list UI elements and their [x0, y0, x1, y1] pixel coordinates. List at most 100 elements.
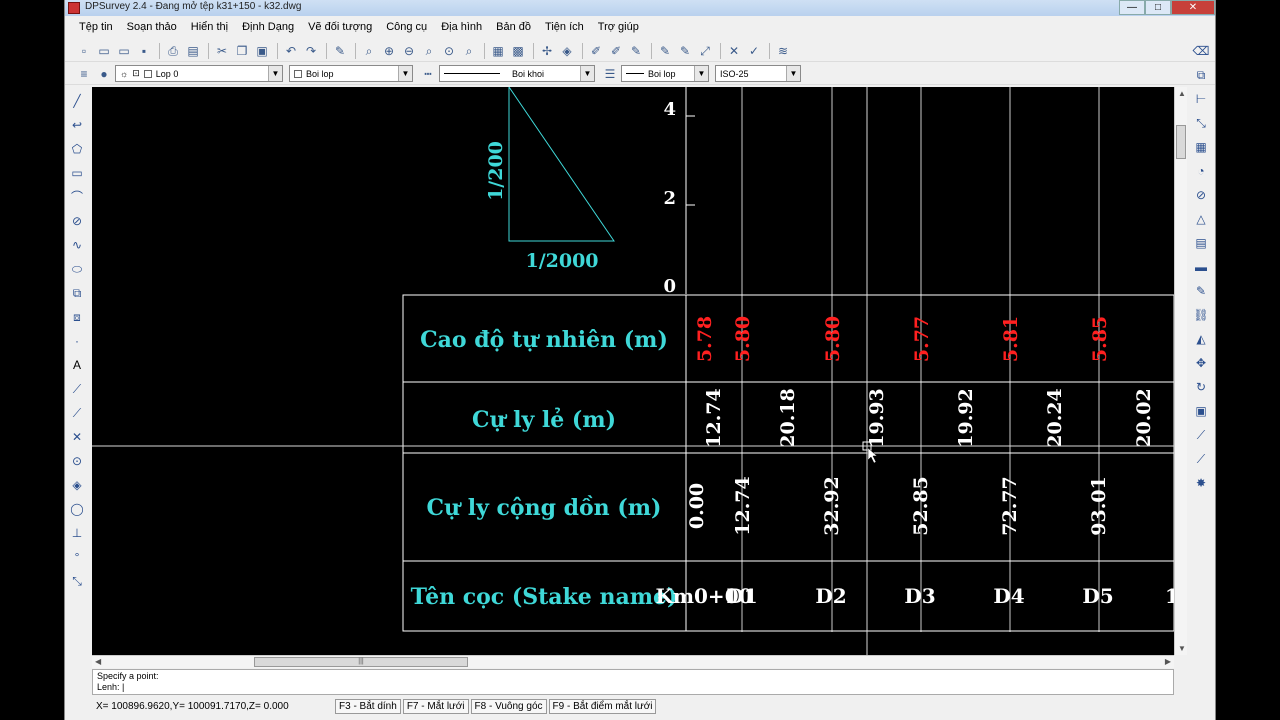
baseline-icon[interactable]: ▤ [1192, 234, 1210, 252]
sketch-alt-icon[interactable]: ✎ [676, 42, 694, 60]
copy-icon[interactable]: ❐ [233, 42, 251, 60]
drawing-canvas[interactable]: 1/200 1/2000 4 2 0 Cao độ tự nhiên (m) C… [92, 87, 1174, 655]
arc-icon[interactable]: ⌒ [68, 188, 86, 206]
menu-help[interactable]: Trợ giúp [592, 18, 647, 38]
zoom-in-icon[interactable]: ⊕ [380, 42, 398, 60]
command-window[interactable]: Specify a point: Lenh: | [92, 669, 1174, 695]
zoom-extents-icon[interactable]: ⊙ [440, 42, 458, 60]
open-folder-icon[interactable]: ▭ [95, 42, 113, 60]
pen-alt-icon[interactable]: ✐ [607, 42, 625, 60]
snap-endpoint-icon[interactable]: ⟋ [68, 380, 86, 398]
menu-draw[interactable]: Vẽ đối tượng [302, 18, 380, 38]
menu-view[interactable]: Hiển thị [185, 18, 236, 38]
menu-map[interactable]: Bản đồ [490, 18, 539, 38]
point-icon[interactable]: · [68, 332, 86, 350]
copy-object-icon[interactable]: ⧉ [1192, 66, 1210, 84]
scroll-up-icon[interactable]: ▲ [1178, 89, 1186, 98]
open-recent-icon[interactable]: ▭ [115, 42, 133, 60]
polygon-icon[interactable]: ⬠ [68, 140, 86, 158]
move-icon[interactable]: ✥ [1192, 354, 1210, 372]
menu-tools[interactable]: Công cụ [380, 18, 435, 38]
save-icon[interactable]: ▪ [135, 42, 153, 60]
scroll-left-icon[interactable]: ◀ [95, 657, 101, 666]
line-icon[interactable]: ╱ [68, 92, 86, 110]
rectangle-icon[interactable]: ▭ [68, 164, 86, 182]
linetype-icon[interactable]: ┅ [419, 65, 437, 83]
ellipse-icon[interactable]: ⬭ [68, 260, 86, 278]
ortho-toggle[interactable]: F8 - Vuông góc [470, 698, 547, 714]
grid-toggle[interactable]: F7 - Mắt lưới [402, 698, 469, 714]
continue-icon[interactable]: ▬ [1192, 258, 1210, 276]
menu-file[interactable]: Tệp tin [73, 18, 121, 38]
snap-perpendicular-icon[interactable]: ⊥ [68, 524, 86, 542]
text-icon[interactable]: A [68, 356, 86, 374]
cut-icon[interactable]: ✂ [213, 42, 231, 60]
scroll-down-icon[interactable]: ▼ [1178, 644, 1186, 653]
command-input[interactable]: | [122, 682, 124, 692]
dimension-diameter-icon[interactable]: ⊘ [1192, 186, 1210, 204]
make-block-icon[interactable]: ⧈ [68, 308, 86, 326]
menu-utilities[interactable]: Tiện ích [539, 18, 592, 38]
match-properties-icon[interactable]: ✎ [331, 42, 349, 60]
extend-icon[interactable]: ⟋ [1192, 450, 1210, 468]
lineweight-icon[interactable]: ☰ [601, 65, 619, 83]
erase-icon[interactable]: ⌫ [1192, 42, 1210, 60]
stretch-icon[interactable]: ⟋ [1192, 426, 1210, 444]
snap-intersection-icon[interactable]: ✕ [68, 428, 86, 446]
chain-icon[interactable]: ⛓ [1192, 306, 1210, 324]
snap-quadrant-icon[interactable]: ◈ [68, 476, 86, 494]
check-icon[interactable]: ✓ [745, 42, 763, 60]
snap-node-icon[interactable]: ° [68, 548, 86, 566]
edit-text-icon[interactable]: ✎ [627, 42, 645, 60]
dimension-linear-icon[interactable]: ⊢ [1192, 90, 1210, 108]
horizontal-scrollbar[interactable]: ◀ ||| ▶ [92, 655, 1174, 668]
trim-icon[interactable]: ✕ [725, 42, 743, 60]
maximize-button[interactable]: □ [1145, 0, 1171, 15]
layer-combo[interactable]: ☼ ⊡ Lop 0 ▼ [115, 65, 283, 82]
snap-grid-icon[interactable]: ✢ [538, 42, 556, 60]
undo-icon[interactable]: ↶ [282, 42, 300, 60]
dimension-angle-icon[interactable]: △ [1192, 210, 1210, 228]
pen-icon[interactable]: ✐ [587, 42, 605, 60]
sketch-icon[interactable]: ✎ [656, 42, 674, 60]
snap-nearest-icon[interactable]: ⤡ [68, 572, 86, 590]
zoom-previous-icon[interactable]: ⌕ [460, 42, 478, 60]
measure-icon[interactable]: ⤢ [696, 42, 714, 60]
snap-midpoint-icon[interactable]: ⟋ [68, 404, 86, 422]
image-icon[interactable]: ▩ [509, 42, 527, 60]
block-icon[interactable]: ◈ [558, 42, 576, 60]
scroll-right-icon[interactable]: ▶ [1165, 657, 1171, 666]
grid-snap-toggle[interactable]: F9 - Bắt điểm mắt lưới [548, 698, 657, 714]
dimension-aligned-icon[interactable]: ⤡ [1192, 114, 1210, 132]
edit-icon[interactable]: ✎ [1192, 282, 1210, 300]
hatch-icon[interactable]: ≋ [774, 42, 792, 60]
print-icon[interactable]: ⎙ [164, 42, 182, 60]
rotate-icon[interactable]: ↻ [1192, 378, 1210, 396]
dimension-radius-icon[interactable]: ◔ [1192, 162, 1210, 180]
dimstyle-combo[interactable]: ISO-25 ▼ [715, 65, 801, 82]
properties-icon[interactable]: ▦ [489, 42, 507, 60]
close-button[interactable]: ✕ [1171, 0, 1215, 15]
print-preview-icon[interactable]: ▤ [184, 42, 202, 60]
new-file-icon[interactable]: ▫ [75, 42, 93, 60]
dimension-grid-icon[interactable]: ▦ [1192, 138, 1210, 156]
scale-icon[interactable]: ▣ [1192, 402, 1210, 420]
menu-format[interactable]: Định Dạng [236, 18, 302, 38]
osnap-toggle[interactable]: F3 - Bắt dính [335, 698, 401, 714]
layer-manager-icon[interactable]: ≡ [75, 65, 93, 83]
insert-block-icon[interactable]: ⧉ [68, 284, 86, 302]
circle-icon[interactable]: ⊘ [68, 212, 86, 230]
redo-icon[interactable]: ↷ [302, 42, 320, 60]
lightbulb-icon[interactable]: ● [95, 65, 113, 83]
vertical-scrollbar[interactable]: ▲ ▼ [1174, 87, 1187, 655]
snap-tangent-icon[interactable]: ◯ [68, 500, 86, 518]
menu-edit[interactable]: Soạn thảo [121, 18, 185, 38]
command-line[interactable]: Lenh: | [97, 682, 1169, 693]
snap-center-icon[interactable]: ⊙ [68, 452, 86, 470]
lineweight-combo[interactable]: Boi lop ▼ [621, 65, 709, 82]
paste-icon[interactable]: ▣ [253, 42, 271, 60]
menu-terrain[interactable]: Địa hình [435, 18, 490, 38]
linetype-combo[interactable]: Boi khoi ▼ [439, 65, 595, 82]
vertical-scroll-thumb[interactable] [1176, 125, 1186, 159]
mirror-icon[interactable]: ◭ [1192, 330, 1210, 348]
